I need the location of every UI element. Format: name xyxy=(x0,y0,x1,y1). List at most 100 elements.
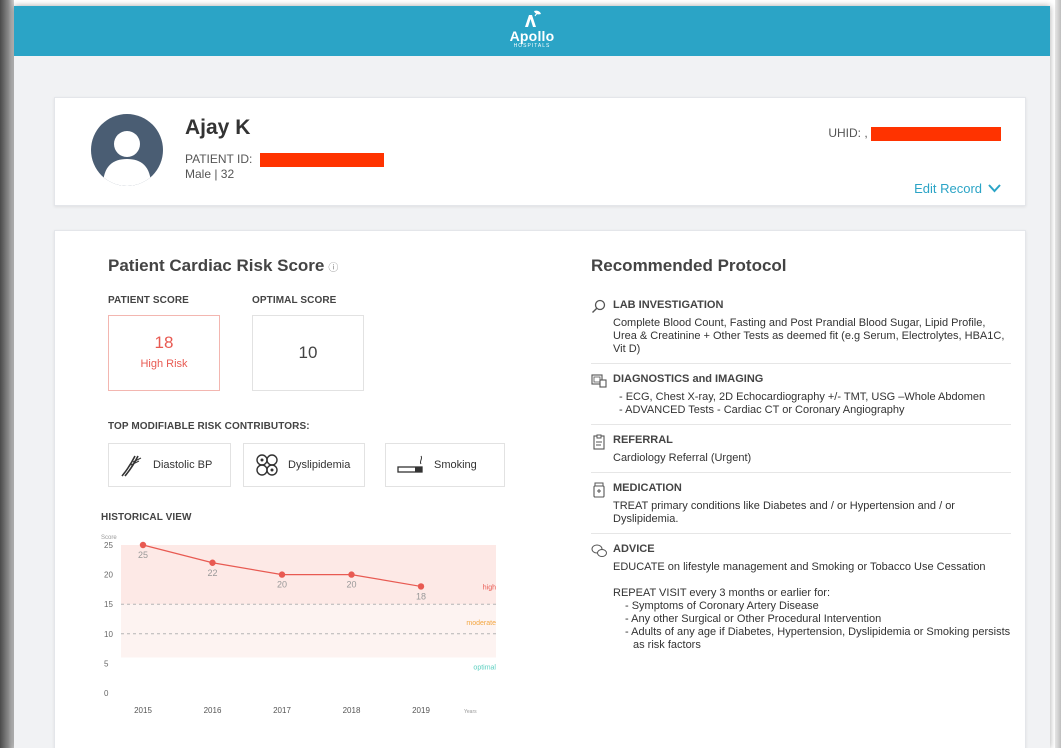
patient-id-row: PATIENT ID: xyxy=(185,152,384,167)
speech-bubbles-icon xyxy=(591,544,607,557)
x-tick-label: 2018 xyxy=(343,706,361,715)
risk-score-title: Patient Cardiac Risk Score ⓘ xyxy=(108,256,338,276)
diagnostics-list: - ECG, Chest X-ray, 2D Echocardiography … xyxy=(613,391,1011,417)
contributor-label: Smoking xyxy=(434,459,477,471)
avatar xyxy=(91,114,163,186)
historical-view-label: HISTORICAL VIEW xyxy=(101,512,192,523)
historical-chart-svg: Score05101520252015 2016 2017 2018 2019 Years… xyxy=(101,535,496,715)
edit-record-button[interactable]: Edit Record xyxy=(914,181,1001,196)
list-item: - Symptoms of Coronary Artery Disease xyxy=(625,600,819,612)
window-frame-right xyxy=(1055,0,1061,748)
data-label: 25 xyxy=(138,550,148,560)
patient-card: Ajay K PATIENT ID: Male | 32 UHID: , Edi… xyxy=(54,97,1026,206)
contributor-smoking[interactable]: Smoking xyxy=(385,443,505,487)
contributor-label: Diastolic BP xyxy=(153,459,213,471)
x-axis-label: Years xyxy=(464,709,477,715)
patient-score-box: 18 High Risk xyxy=(108,315,220,391)
uhid-row: UHID: , xyxy=(828,126,1001,141)
historical-chart: Score 0 5 10 15 20 25 2015 2016 2017 2018 2019 Years… xyxy=(101,533,511,733)
patient-id-redaction xyxy=(259,152,384,167)
list-item: - Adults of any age if Diabetes, Hyperte… xyxy=(625,626,1011,651)
diagnostics-section: DIAGNOSTICS and IMAGING - ECG, Chest X-r… xyxy=(591,373,1011,425)
imaging-icon xyxy=(591,374,607,388)
repeat-visit-list: - Symptoms of Coronary Artery Disease - … xyxy=(613,600,1011,652)
list-item: - ECG, Chest X-ray, 2D Echocardiography … xyxy=(619,391,986,403)
medication-section: MEDICATION TREAT primary conditions like… xyxy=(591,482,1011,534)
list-item: - ADVANCED Tests - Cardiac CT or Coronar… xyxy=(619,404,905,416)
repeat-visit-text: REPEAT VISIT every 3 months or earlier f… xyxy=(613,587,831,599)
risk-score-title-text: Patient Cardiac Risk Score xyxy=(108,256,325,275)
advice-text: EDUCATE on lifestyle management and Smok… xyxy=(613,561,986,573)
diagnostics-heading: DIAGNOSTICS and IMAGING xyxy=(613,373,764,385)
band-moderate xyxy=(121,604,496,658)
contributor-dyslipidemia[interactable]: Dyslipidemia xyxy=(243,443,365,487)
uhid-label: UHID: , xyxy=(828,126,868,140)
patient-score-value: 18 xyxy=(154,333,174,352)
contributor-label: Dyslipidemia xyxy=(288,459,351,471)
data-point xyxy=(209,559,216,566)
cigarette-icon xyxy=(397,455,423,473)
info-icon[interactable]: ⓘ xyxy=(328,263,338,274)
chevron-down-icon xyxy=(988,184,1001,193)
medication-heading: MEDICATION xyxy=(613,482,682,494)
top-bar: Apollo HOSPITALS xyxy=(14,6,1050,56)
logo-mark-icon xyxy=(525,10,541,27)
x-tick-label: 2016 xyxy=(204,706,222,715)
data-point xyxy=(139,541,147,549)
patient-score-label: PATIENT SCORE xyxy=(108,295,189,306)
y-tick-label: 15 xyxy=(104,600,113,609)
y-tick-label: 20 xyxy=(104,571,113,580)
apollo-logo[interactable]: Apollo HOSPITALS xyxy=(502,9,562,53)
logo-text: Apollo xyxy=(509,28,555,44)
lab-investigation-heading: LAB INVESTIGATION xyxy=(613,299,724,311)
optimal-score-label: OPTIMAL SCORE xyxy=(252,295,337,306)
x-tick-label: 2015 xyxy=(134,706,152,715)
data-point xyxy=(278,571,286,578)
edit-record-label: Edit Record xyxy=(914,181,982,196)
y-tick-label: 0 xyxy=(104,689,109,698)
list-item: - Any other Surgical or Other Procedural… xyxy=(625,613,882,625)
contributor-diastolic-bp[interactable]: Diastolic BP xyxy=(108,443,231,487)
x-tick-label: 2017 xyxy=(273,706,291,715)
patient-risk-level: High Risk xyxy=(140,358,188,370)
band-label-optimal: optimal xyxy=(473,664,496,671)
clipboard-icon xyxy=(593,434,605,450)
data-point xyxy=(417,583,425,590)
user-silhouette-icon xyxy=(103,131,151,186)
protocol-list: LAB INVESTIGATION Complete Blood Count, … xyxy=(591,297,1011,668)
data-label: 18 xyxy=(416,591,426,601)
lab-investigation-text: Complete Blood Count, Fasting and Post P… xyxy=(613,317,1005,355)
medication-text: TREAT primary conditions like Diabetes a… xyxy=(613,500,955,525)
uhid-redaction xyxy=(871,126,1001,141)
referral-section: REFERRAL Cardiology Referral (Urgent) xyxy=(591,434,1011,473)
app-window: Apollo HOSPITALS Ajay K PATIENT ID: Male… xyxy=(14,6,1050,748)
y-tick-label: 25 xyxy=(104,541,113,550)
blood-vessel-icon xyxy=(121,455,142,477)
data-label: 20 xyxy=(277,580,287,590)
optimal-score-box: 10 xyxy=(252,315,364,391)
patient-gender-age: Male | 32 xyxy=(185,167,235,181)
band-label-moderate: moderate xyxy=(466,620,496,627)
y-tick-label: 10 xyxy=(104,630,113,639)
band-label-high: high xyxy=(483,584,496,591)
patient-name: Ajay K xyxy=(185,116,251,139)
contributors-label: TOP MODIFIABLE RISK CONTRIBUTORS: xyxy=(108,421,310,432)
y-tick-label: 5 xyxy=(104,659,109,668)
advice-section: ADVICE EDUCATE on lifestyle management a… xyxy=(591,543,1011,659)
window-frame-left xyxy=(0,0,14,748)
lipid-cells-icon xyxy=(256,454,278,476)
patient-id-label: PATIENT ID: xyxy=(185,152,253,166)
search-icon xyxy=(592,299,606,313)
referral-text: Cardiology Referral (Urgent) xyxy=(613,452,752,464)
advice-heading: ADVICE xyxy=(613,543,655,555)
data-point xyxy=(348,571,355,578)
x-tick-label: 2019 xyxy=(412,706,430,715)
data-label: 20 xyxy=(346,580,356,590)
data-label: 22 xyxy=(207,568,217,578)
protocol-title: Recommended Protocol xyxy=(591,256,787,275)
optimal-score-value: 10 xyxy=(298,343,318,362)
risk-card: Patient Cardiac Risk Score ⓘ PATIENT SCOR… xyxy=(54,230,1026,748)
lab-investigation-section: LAB INVESTIGATION Complete Blood Count, … xyxy=(591,299,1011,364)
referral-heading: REFERRAL xyxy=(613,434,673,446)
pill-bottle-icon xyxy=(593,482,605,498)
